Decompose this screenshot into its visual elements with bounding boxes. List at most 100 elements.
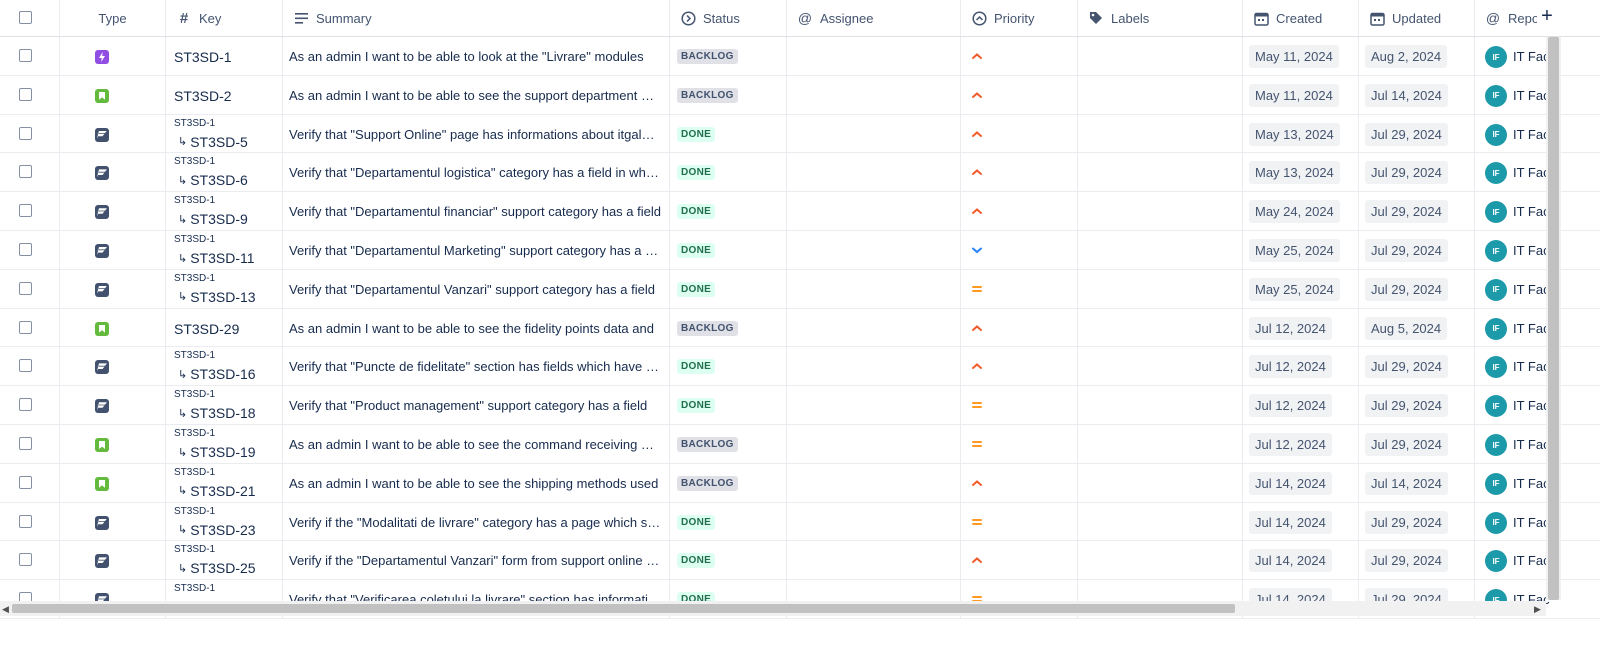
issue-summary[interactable]: Verify that "Departamentul logistica" ca…: [289, 165, 661, 180]
issue-summary[interactable]: As an admin I want to be able to look at…: [289, 49, 661, 64]
header-assignee[interactable]: @ Assignee: [787, 0, 961, 36]
priority-cell[interactable]: [961, 347, 1078, 386]
summary-cell[interactable]: Verify if the "Departamentul Vanzari" fo…: [283, 541, 670, 580]
issue-key-link[interactable]: ST3SD-2: [174, 88, 232, 104]
labels-cell[interactable]: [1078, 425, 1243, 463]
status-cell[interactable]: DONE: [670, 269, 787, 308]
status-lozenge[interactable]: BACKLOG: [677, 49, 738, 64]
parent-key-link[interactable]: ST3SD-1: [174, 273, 215, 284]
labels-cell[interactable]: [1078, 192, 1243, 230]
row-checkbox[interactable]: [19, 359, 32, 373]
table-row[interactable]: ST3SD-1 ↳ ST3SD-23 Verify if the "Modalitat…: [0, 502, 1600, 542]
table-row[interactable]: ST3SD-1 ↳ ST3SD-16 Verify that "Puncte de f…: [0, 347, 1600, 387]
table-row[interactable]: ST3SD-2 As an admin I want to be able to …: [0, 75, 1600, 115]
parent-key-link[interactable]: ST3SD-1: [174, 467, 215, 478]
status-cell[interactable]: DONE: [670, 231, 787, 269]
assignee-cell[interactable]: [787, 37, 961, 75]
issue-summary[interactable]: Verify that "Puncte de fidelitate" secti…: [289, 359, 661, 374]
labels-cell[interactable]: [1078, 308, 1243, 347]
summary-cell[interactable]: As an admin I want to be able to see the…: [283, 75, 670, 114]
summary-cell[interactable]: Verify that "Departamentul logistica" ca…: [283, 153, 670, 192]
scroll-left-arrow-icon[interactable]: ◀: [2, 604, 9, 615]
reporter-cell[interactable]: IF IT Fac: [1475, 464, 1555, 502]
status-cell[interactable]: DONE: [670, 541, 787, 580]
labels-cell[interactable]: [1078, 75, 1243, 114]
status-cell[interactable]: DONE: [670, 153, 787, 192]
summary-cell[interactable]: Verify if the "Modalitati de livrare" ca…: [283, 502, 670, 541]
header-type[interactable]: Type: [60, 0, 166, 36]
issue-key-link[interactable]: ST3SD-9: [190, 211, 248, 227]
vertical-scrollbar[interactable]: [1546, 37, 1561, 600]
labels-cell[interactable]: [1078, 386, 1243, 424]
priority-cell[interactable]: [961, 114, 1078, 153]
issue-summary[interactable]: Verify that "Support Online" page has in…: [289, 127, 661, 142]
assignee-cell[interactable]: [787, 463, 961, 502]
row-checkbox[interactable]: [19, 49, 32, 62]
status-cell[interactable]: BACKLOG: [670, 37, 787, 75]
table-row[interactable]: ST3SD-1 ↳ ST3SD-21 As an admin I want to be…: [0, 463, 1600, 503]
summary-cell[interactable]: Verify that "Product management" support…: [283, 386, 670, 424]
labels-cell[interactable]: [1078, 231, 1243, 269]
priority-cell[interactable]: [961, 308, 1078, 347]
parent-key-link[interactable]: ST3SD-1: [174, 195, 215, 206]
issue-summary[interactable]: Verify that "Product management" support…: [289, 398, 661, 413]
status-lozenge[interactable]: DONE: [677, 204, 716, 220]
priority-cell[interactable]: [961, 231, 1078, 269]
reporter-cell[interactable]: IF IT Fac: [1475, 386, 1555, 424]
table-row[interactable]: ST3SD-1 As an admin I want to be able to …: [0, 37, 1600, 76]
issue-summary[interactable]: Verify that "Departamentul Vanzari" supp…: [289, 282, 661, 297]
parent-key-link[interactable]: ST3SD-1: [174, 506, 215, 517]
reporter-cell[interactable]: IF IT Fac: [1475, 541, 1555, 579]
labels-cell[interactable]: [1078, 502, 1243, 541]
status-cell[interactable]: DONE: [670, 386, 787, 424]
table-row[interactable]: ST3SD-1 ↳ ST3SD-19 As an admin I want to be…: [0, 425, 1600, 464]
summary-cell[interactable]: As an admin I want to be able to see the…: [283, 425, 670, 463]
scroll-right-arrow-icon[interactable]: ▶: [1534, 604, 1541, 615]
assignee-cell[interactable]: [787, 114, 961, 153]
labels-cell[interactable]: [1078, 37, 1243, 75]
row-checkbox[interactable]: [19, 320, 32, 334]
parent-key-link[interactable]: ST3SD-1: [174, 583, 215, 594]
table-row[interactable]: ST3SD-1 ↳ ST3SD-25 Verify if the "Departame…: [0, 541, 1600, 581]
issue-key-link[interactable]: ST3SD-5: [190, 134, 248, 150]
reporter-cell[interactable]: IF IT Fac: [1475, 309, 1555, 347]
status-lozenge[interactable]: DONE: [677, 553, 716, 569]
summary-cell[interactable]: As an admin I want to be able to see the…: [283, 308, 670, 347]
header-select-all[interactable]: [0, 0, 60, 36]
header-labels[interactable]: Labels: [1078, 0, 1243, 36]
assignee-cell[interactable]: [787, 75, 961, 114]
summary-cell[interactable]: Verify that "Departamentul Vanzari" supp…: [283, 269, 670, 308]
table-row[interactable]: ST3SD-1 ↳ ST3SD-11 Verify that "Departament…: [0, 231, 1600, 270]
issue-summary[interactable]: As an admin I want to be able to see the…: [289, 437, 661, 452]
status-cell[interactable]: DONE: [670, 502, 787, 541]
row-checkbox[interactable]: [19, 281, 32, 295]
reporter-cell[interactable]: IF IT Fac: [1475, 425, 1555, 463]
reporter-cell[interactable]: IF IT Fac: [1475, 76, 1555, 114]
row-checkbox[interactable]: [19, 437, 32, 450]
priority-cell[interactable]: [961, 541, 1078, 580]
issue-summary[interactable]: As an admin I want to be able to see the…: [289, 476, 661, 491]
priority-cell[interactable]: [961, 269, 1078, 308]
assignee-cell[interactable]: [787, 269, 961, 308]
status-lozenge[interactable]: DONE: [677, 359, 716, 375]
labels-cell[interactable]: [1078, 153, 1243, 192]
reporter-cell[interactable]: IF IT Fac: [1475, 503, 1555, 541]
status-cell[interactable]: BACKLOG: [670, 308, 787, 347]
row-checkbox[interactable]: [19, 475, 32, 489]
status-lozenge[interactable]: DONE: [677, 243, 716, 258]
table-row[interactable]: ST3SD-1 ↳ ST3SD-13 Verify that "Departament…: [0, 269, 1600, 309]
header-updated[interactable]: Updated: [1359, 0, 1475, 36]
parent-key-link[interactable]: ST3SD-1: [174, 350, 215, 361]
reporter-cell[interactable]: IF IT Fac: [1475, 192, 1555, 230]
priority-cell[interactable]: [961, 425, 1078, 463]
issue-summary[interactable]: Verify if the "Modalitati de livrare" ca…: [289, 515, 661, 530]
table-row[interactable]: ST3SD-29 As an admin I want to be able to…: [0, 308, 1600, 348]
add-column-button[interactable]: +: [1537, 5, 1557, 29]
labels-cell[interactable]: [1078, 114, 1243, 153]
header-summary[interactable]: Summary: [283, 0, 670, 36]
issue-summary[interactable]: Verify if the "Departamentul Vanzari" fo…: [289, 553, 661, 568]
summary-cell[interactable]: As an admin I want to be able to look at…: [283, 37, 670, 75]
status-cell[interactable]: DONE: [670, 192, 787, 230]
parent-key-link[interactable]: ST3SD-1: [174, 156, 215, 167]
priority-cell[interactable]: [961, 463, 1078, 502]
